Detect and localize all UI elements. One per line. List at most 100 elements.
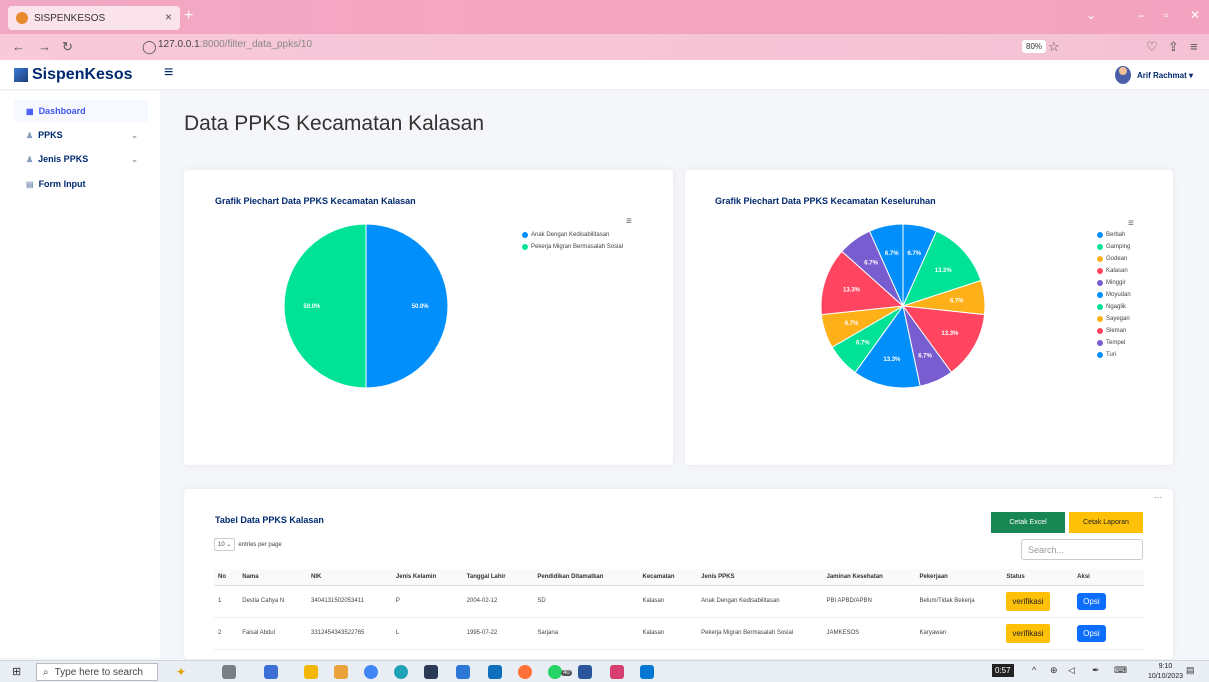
- cell-nik: 3404131502053411: [306, 585, 392, 618]
- legend-item[interactable]: Tempel: [1097, 337, 1131, 349]
- forward-icon[interactable]: →: [38, 39, 51, 54]
- brand-logo[interactable]: SispenKesos: [14, 66, 132, 84]
- legend-label: Gamping: [1106, 244, 1131, 250]
- col-header-pendidikan[interactable]: Pendidikan Ditamatkan: [533, 569, 639, 586]
- edge-icon[interactable]: [394, 665, 408, 679]
- legend-item[interactable]: Anak Dengan Kedisabilitasan: [522, 229, 623, 241]
- legend-item[interactable]: Berbah: [1097, 229, 1131, 241]
- legend-item[interactable]: Kalasan: [1097, 265, 1131, 277]
- col-header-pekerjaan[interactable]: Pekerjaan: [915, 569, 1003, 586]
- legend-item[interactable]: Moyudan: [1097, 289, 1131, 301]
- col-header-tanggal-lahir[interactable]: Tanggal Lahir: [462, 569, 534, 586]
- col-header-aksi[interactable]: Aksi: [1073, 569, 1144, 586]
- word-icon[interactable]: [578, 665, 592, 679]
- sparkle-icon[interactable]: ✦: [176, 665, 186, 679]
- legend-marker: [1097, 256, 1103, 262]
- col-header-kecamatan[interactable]: Kecamatan: [638, 569, 698, 586]
- legend-label: Turi: [1106, 352, 1117, 358]
- taskbar-search[interactable]: ⌕ Type here to search: [36, 663, 158, 681]
- logo-icon: [14, 68, 28, 82]
- legend-marker: [522, 232, 528, 238]
- legend-marker: [1097, 328, 1103, 334]
- pie-slice-pekerja-migran-bermasalah-sosial[interactable]: [283, 223, 367, 389]
- folder-icon[interactable]: [304, 665, 318, 679]
- browser-tab[interactable]: SISPENKESOS ×: [8, 6, 180, 30]
- col-header-status[interactable]: Status: [1002, 569, 1074, 586]
- pocket-icon[interactable]: ♡: [1146, 39, 1158, 55]
- pen-icon[interactable]: ✒: [1092, 665, 1100, 676]
- legend-item[interactable]: Sayegan: [1097, 313, 1131, 325]
- clock[interactable]: 9:10 10/10/2023: [1148, 662, 1183, 682]
- legend-label: Anak Dengan Kedisabilitasan: [531, 232, 610, 238]
- back-icon[interactable]: ←: [12, 39, 25, 54]
- zoom-indicator[interactable]: 80%: [1022, 40, 1047, 53]
- bookmark-star-icon[interactable]: ☆: [1048, 39, 1060, 55]
- legend-item[interactable]: Sleman: [1097, 325, 1131, 337]
- sidebar-item-form-input[interactable]: ▤ Form Input: [14, 173, 148, 195]
- reload-icon[interactable]: ↻: [62, 39, 73, 55]
- col-header-no[interactable]: No: [214, 569, 239, 586]
- legend-item[interactable]: Turi: [1097, 349, 1131, 361]
- sidebar-item-ppks[interactable]: ♟ PPKS ⌄: [14, 124, 148, 146]
- export-excel-button[interactable]: Cetak Excel: [991, 512, 1065, 533]
- col-header-nama[interactable]: Nama: [238, 569, 307, 586]
- volume-icon[interactable]: ◁: [1068, 665, 1075, 676]
- entries-select[interactable]: 10 ⌄: [214, 538, 236, 551]
- firefox-taskbar-icon[interactable]: [518, 665, 532, 679]
- tab-list-icon[interactable]: ⌄: [1086, 8, 1096, 22]
- search-input[interactable]: Search...: [1021, 539, 1143, 560]
- col-header-jaminan[interactable]: Jaminan Kesehatan: [822, 569, 916, 586]
- options-button[interactable]: Opsi: [1077, 624, 1106, 642]
- vscode-icon[interactable]: [640, 665, 654, 679]
- sidebar-item-jenis-ppks[interactable]: ♟ Jenis PPKS ⌄: [14, 148, 148, 170]
- shield-icon[interactable]: ◯: [142, 39, 157, 55]
- address-field[interactable]: 127.0.0.1:8000/filter_data_ppks/10: [158, 39, 312, 50]
- sidebar-item-dashboard[interactable]: ▦ Dashboard: [14, 100, 148, 122]
- minimize-icon[interactable]: –: [1138, 8, 1145, 22]
- windows-start-icon[interactable]: ⊞: [12, 665, 21, 678]
- mail-icon[interactable]: [488, 665, 502, 679]
- pie-slice-anak-dengan-kedisabilitasan[interactable]: [365, 223, 449, 389]
- legend-marker: [1097, 304, 1103, 310]
- verify-button[interactable]: verifikasi: [1006, 591, 1050, 611]
- options-button[interactable]: Opsi: [1077, 592, 1106, 610]
- app2-icon[interactable]: [610, 665, 624, 679]
- print-report-button[interactable]: Cetak Laporan: [1069, 512, 1143, 533]
- terminal-icon[interactable]: [264, 665, 278, 679]
- pie-data-label: 50.0%: [303, 304, 321, 310]
- col-header-jenis-kelamin[interactable]: Jenis Kelamin: [391, 569, 463, 586]
- cell-status: verifikasi: [1002, 585, 1074, 618]
- more-icon[interactable]: ···: [1154, 493, 1162, 502]
- user-menu[interactable]: Arif Rachmat ▾: [1114, 66, 1193, 84]
- app-icon[interactable]: [424, 665, 438, 679]
- keyboard-icon[interactable]: ⌨: [1114, 665, 1127, 676]
- col-header-jenis-ppks[interactable]: Jenis PPKS: [697, 569, 823, 586]
- close-tab-icon[interactable]: ×: [165, 10, 172, 24]
- store-icon[interactable]: [456, 665, 470, 679]
- close-window-icon[interactable]: ✕: [1190, 8, 1200, 22]
- legend-item[interactable]: Minggir: [1097, 277, 1131, 289]
- legend-label: Kalasan: [1106, 268, 1128, 274]
- legend-item[interactable]: Ngaglik: [1097, 301, 1131, 313]
- network-icon[interactable]: ⊕: [1050, 665, 1058, 676]
- pie-data-label: 13.3%: [843, 287, 861, 293]
- hamburger-icon[interactable]: ≡: [164, 64, 173, 82]
- files-icon[interactable]: [334, 665, 348, 679]
- notification-icon[interactable]: ▤: [1186, 665, 1195, 676]
- sidebar-item-label: PPKS: [38, 130, 63, 140]
- whatsapp-icon[interactable]: [548, 665, 562, 679]
- task-view-icon[interactable]: [222, 665, 236, 679]
- sidebar-item-label: Form Input: [38, 179, 86, 189]
- legend-item[interactable]: Gamping: [1097, 241, 1131, 253]
- verify-button[interactable]: verifikasi: [1006, 623, 1050, 643]
- legend-item[interactable]: Godean: [1097, 253, 1131, 265]
- extensions-icon[interactable]: ⇪: [1168, 39, 1179, 55]
- col-header-nik[interactable]: NIK: [306, 569, 392, 586]
- new-tab-button[interactable]: +: [184, 7, 193, 25]
- app-menu-icon[interactable]: ≡: [1190, 39, 1198, 54]
- chrome-icon[interactable]: [364, 665, 378, 679]
- chevron-up-icon[interactable]: ^: [1032, 665, 1036, 675]
- cell-pendidikan: SD: [533, 585, 639, 618]
- legend-item[interactable]: Pekerja Migran Bermasalah Sosial: [522, 241, 623, 253]
- maximize-icon[interactable]: ▫: [1164, 8, 1168, 22]
